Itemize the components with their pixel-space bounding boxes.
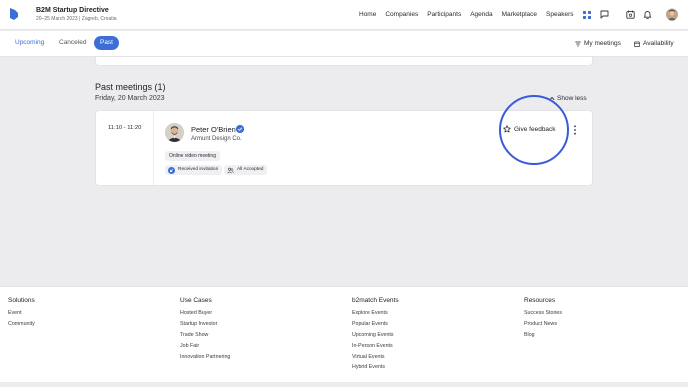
nav-home[interactable]: Home: [359, 11, 376, 18]
verified-badge-icon: [236, 125, 244, 133]
footer-link[interactable]: Trade Show: [180, 332, 230, 338]
incoming-arrow-icon: [168, 166, 175, 174]
footer-link[interactable]: Virtual Events: [352, 354, 399, 360]
my-meetings-button[interactable]: My meetings: [575, 40, 621, 47]
event-title[interactable]: B2M Startup Directive: [36, 7, 109, 14]
all-accepted-label: All Accepted: [237, 167, 264, 172]
calendar-small-icon: [634, 41, 640, 47]
footer-link[interactable]: Innovation Partnering: [180, 354, 230, 360]
footer-link[interactable]: Community: [8, 321, 35, 327]
show-less-button[interactable]: Show less: [549, 95, 587, 102]
footer-link[interactable]: Job Fair: [180, 343, 230, 349]
footer-heading: Solutions: [8, 297, 35, 304]
footer-link[interactable]: Event: [8, 310, 35, 316]
meeting-card[interactable]: 11:10 - 11:20 Peter O'Brien Armunt Desig…: [95, 110, 593, 186]
footer-bottom-strip: [0, 382, 688, 387]
footer-link[interactable]: Upcoming Events: [352, 332, 399, 338]
meeting-time: 11:10 - 11:20: [108, 125, 142, 131]
tab-upcoming[interactable]: Upcoming: [15, 39, 44, 46]
event-subtitle: 20–25 March 2023 | Zagreb, Croatia: [36, 16, 117, 22]
more-options-icon[interactable]: [573, 125, 577, 135]
footer-link[interactable]: In-Person Events: [352, 343, 399, 349]
received-invitation-chip: Received invitation: [165, 165, 223, 175]
footer-link[interactable]: Explore Events: [352, 310, 399, 316]
footer-link[interactable]: Success Stories: [524, 310, 562, 316]
nav-participants[interactable]: Participants: [427, 11, 461, 18]
received-invitation-label: Received invitation: [178, 167, 219, 172]
calendar-icon[interactable]: [626, 10, 635, 19]
meeting-type-chip: Online video meeting: [165, 151, 220, 161]
footer-heading: b2match Events: [352, 297, 399, 304]
footer-column-solutions: Solutions Event Community: [8, 297, 35, 332]
meeting-day-date: Friday, 20 March 2023: [95, 95, 165, 102]
chevron-up-icon: [549, 96, 555, 101]
participant-name[interactable]: Peter O'Brien: [191, 125, 236, 134]
availability-label: Availability: [643, 40, 674, 47]
my-meetings-label: My meetings: [584, 40, 621, 47]
participant-avatar[interactable]: [165, 123, 184, 142]
tab-canceled[interactable]: Canceled: [59, 39, 86, 46]
nav-speakers[interactable]: Speakers: [546, 11, 573, 18]
all-accepted-chip: All Accepted: [224, 165, 268, 175]
filter-icon: [575, 41, 581, 46]
footer-column-b2match-events: b2match Events Explore Events Popular Ev…: [352, 297, 399, 375]
user-avatar[interactable]: [666, 8, 678, 21]
footer-link[interactable]: Startup Investor: [180, 321, 230, 327]
show-less-label: Show less: [557, 95, 587, 102]
b2match-logo-icon[interactable]: [8, 7, 20, 21]
footer-column-resources: Resources Success Stories Product News B…: [524, 297, 562, 343]
give-feedback-button[interactable]: Give feedback: [503, 125, 556, 133]
bell-icon[interactable]: [643, 10, 652, 19]
footer-link[interactable]: Blog: [524, 332, 562, 338]
time-column: 11:10 - 11:20: [96, 111, 154, 185]
meetings-tabs-bar: Upcoming Canceled Past My meetings Avail…: [0, 31, 688, 57]
give-feedback-label: Give feedback: [514, 125, 556, 133]
footer-link[interactable]: Popular Events: [352, 321, 399, 327]
site-footer: Solutions Event Community Use Cases Host…: [0, 286, 688, 387]
previous-card-edge: [95, 57, 593, 66]
users-icon: [227, 167, 234, 173]
top-header: B2M Startup Directive 20–25 March 2023 |…: [0, 0, 688, 30]
footer-link[interactable]: Product News: [524, 321, 562, 327]
footer-heading: Use Cases: [180, 297, 212, 304]
chat-icon[interactable]: [600, 10, 609, 19]
tab-past[interactable]: Past: [94, 36, 119, 50]
main-nav: Home Companies Participants Agenda Marke…: [359, 11, 574, 18]
footer-column-use-cases: Use Cases Hosted Buyer Startup Investor …: [180, 297, 230, 364]
nav-agenda[interactable]: Agenda: [470, 11, 492, 18]
availability-button[interactable]: Availability: [634, 40, 674, 47]
participant-company: Armunt Design Co.: [191, 136, 242, 142]
star-icon: [503, 125, 511, 133]
footer-link[interactable]: Hybrid Events: [352, 364, 399, 370]
grid-icon[interactable]: [583, 11, 591, 19]
footer-link[interactable]: Hosted Buyer: [180, 310, 230, 316]
past-meetings-heading: Past meetings (1): [95, 82, 166, 92]
nav-companies[interactable]: Companies: [385, 11, 418, 18]
nav-marketplace[interactable]: Marketplace: [502, 11, 537, 18]
footer-heading: Resources: [524, 297, 556, 304]
